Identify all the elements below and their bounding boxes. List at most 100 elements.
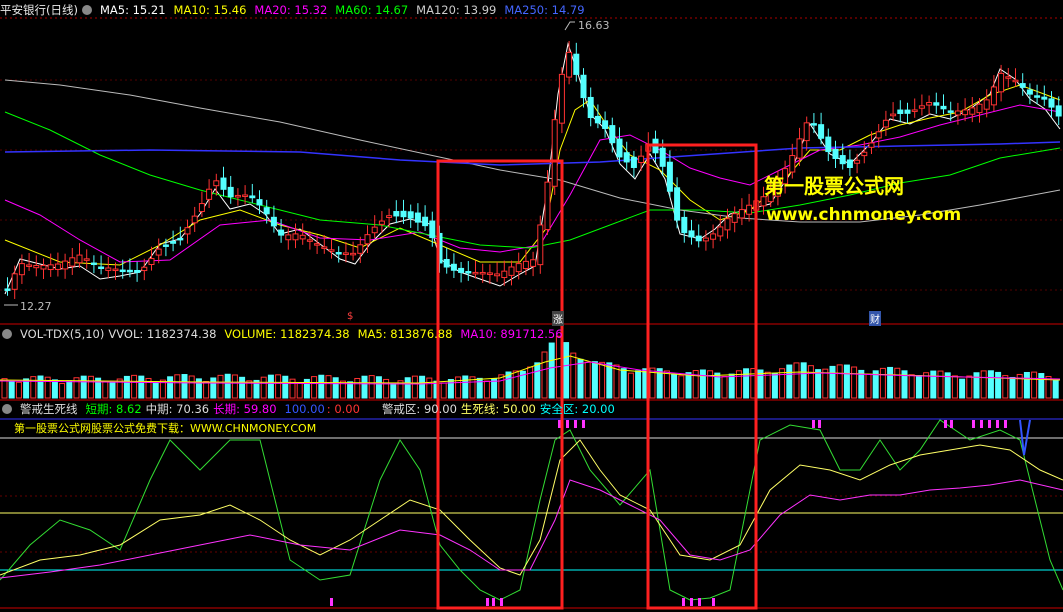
indicator-caption: 第一股票公式网股票公式免费下载：WWW.CHNMONEY.COM xyxy=(14,422,317,435)
candle-body xyxy=(674,187,681,221)
candle-body xyxy=(566,51,573,78)
volume-bar xyxy=(332,377,339,399)
event-tag-finance[interactable]: 财 xyxy=(869,311,881,326)
volume-bar xyxy=(224,373,231,399)
candle-body xyxy=(26,264,33,267)
candle-body xyxy=(364,234,371,245)
candle-body xyxy=(314,243,321,246)
volume-bar xyxy=(411,375,418,399)
candle-body xyxy=(112,268,119,272)
volume-bar xyxy=(584,361,591,399)
high-price-label: 16.63 xyxy=(578,19,610,32)
short-term-readout: 短期: 8.62 xyxy=(85,402,142,416)
event-tag-rise[interactable]: 涨 xyxy=(552,311,564,326)
candle-body xyxy=(638,155,645,164)
settings-dot-icon[interactable] xyxy=(2,404,12,414)
candle-body xyxy=(796,138,803,159)
candle-body xyxy=(508,266,515,276)
volume-bar xyxy=(66,380,73,399)
signal-mark xyxy=(996,420,999,428)
candle-body xyxy=(1005,76,1012,79)
volume-bar xyxy=(577,358,584,399)
volume-bar xyxy=(959,378,966,399)
candle-body xyxy=(98,266,105,269)
volume-bar xyxy=(663,370,670,399)
settings-dot-icon[interactable] xyxy=(2,329,12,339)
volume-bar xyxy=(707,370,714,399)
candle-body xyxy=(1019,83,1026,88)
volume-bar xyxy=(138,375,145,399)
volume-bar xyxy=(563,342,570,399)
candle-body xyxy=(522,260,529,270)
volume-bar xyxy=(699,369,706,399)
high-marker-icon xyxy=(564,21,575,31)
volume-bar xyxy=(217,374,224,399)
volume-bar xyxy=(894,367,901,399)
candle-body xyxy=(1048,98,1055,108)
volume-bar xyxy=(671,373,678,399)
volume-bar xyxy=(311,376,318,399)
candle-body xyxy=(695,235,702,242)
volume-bar xyxy=(980,370,987,399)
candle-body xyxy=(702,237,709,242)
warn-zone-readout: 警戒区: 90.00 xyxy=(381,402,457,416)
chart-canvas[interactable] xyxy=(0,0,1063,612)
long-term-readout: 长期: 59.80 xyxy=(213,402,277,416)
candle-body xyxy=(587,96,594,119)
candle-body xyxy=(378,220,385,225)
signal-mark xyxy=(574,420,577,428)
candle-body xyxy=(83,258,90,261)
volume-bar xyxy=(1009,376,1016,399)
volume-bar xyxy=(375,376,382,399)
candle-body xyxy=(400,210,407,218)
candle-body xyxy=(1055,105,1062,117)
candle-body xyxy=(926,102,933,106)
volume-bar xyxy=(59,383,66,399)
candle-body xyxy=(429,220,436,239)
event-tag-dividend[interactable]: $ xyxy=(347,311,353,322)
volume-bar xyxy=(879,367,886,399)
volume-bar xyxy=(908,374,915,399)
volume-bar xyxy=(174,374,181,399)
candle-body xyxy=(1041,96,1048,100)
vol-indicator-name[interactable]: VOL-TDX(5,10) xyxy=(20,327,104,341)
volume-bar xyxy=(836,364,843,399)
volume-bar xyxy=(951,375,958,399)
main-grid xyxy=(0,17,1063,609)
candle-body xyxy=(141,266,148,272)
candle-body xyxy=(602,120,609,129)
volume-bar xyxy=(15,381,22,399)
volume-bar xyxy=(440,382,447,399)
candle-body xyxy=(818,124,825,139)
candle-body xyxy=(940,105,947,110)
signal-mark xyxy=(1004,420,1007,428)
volume-bar xyxy=(620,368,627,399)
volume-bar xyxy=(318,374,325,399)
candle-body xyxy=(47,264,54,271)
volume-bar xyxy=(995,371,1002,399)
indicator-header: 警戒生死线 短期: 8.62 中期: 70.36 长期: 59.80 100.00: 0… xyxy=(0,401,623,417)
volume-bar xyxy=(275,374,282,399)
candle-body xyxy=(659,147,666,167)
low-price-label: 12.27 xyxy=(20,300,52,313)
candle-body xyxy=(458,267,465,273)
candle-body xyxy=(918,105,925,109)
volume-bar xyxy=(282,375,289,399)
candle-body xyxy=(371,226,378,234)
volume-bar xyxy=(80,375,87,399)
volume-bar xyxy=(51,379,58,399)
candle-body xyxy=(184,227,191,235)
candle-body xyxy=(832,148,839,160)
candle-body xyxy=(911,109,918,112)
candle-body xyxy=(630,156,637,168)
candle-body xyxy=(854,159,861,164)
candle-body xyxy=(170,241,177,244)
candle-body xyxy=(33,265,40,269)
volume-header: VOL-TDX(5,10) VVOL: 1182374.38 VOLUME: 118… xyxy=(0,326,571,342)
candle-body xyxy=(443,258,450,268)
volume-bar xyxy=(123,375,130,399)
signal-mark xyxy=(944,420,947,428)
candle-body xyxy=(688,230,695,238)
volume-bar xyxy=(829,365,836,399)
indicator-name[interactable]: 警戒生死线 xyxy=(20,402,78,416)
